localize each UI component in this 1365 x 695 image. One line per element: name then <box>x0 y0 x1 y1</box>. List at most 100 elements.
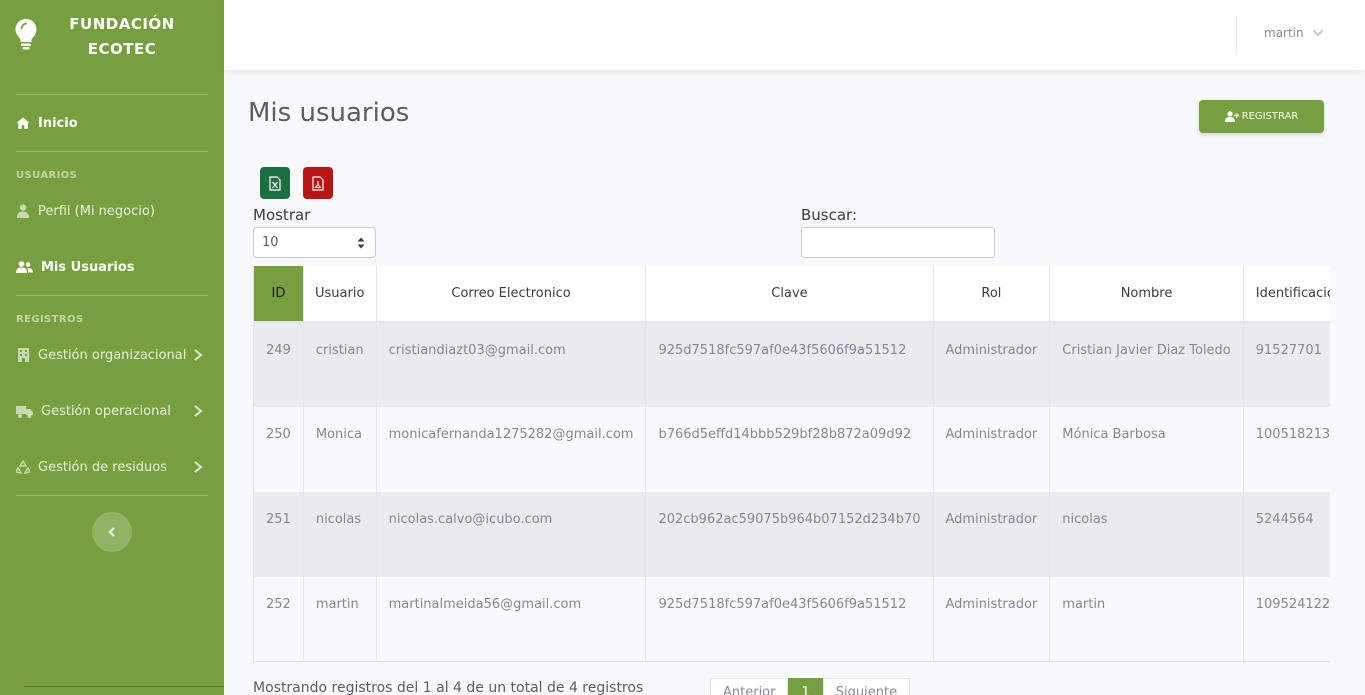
chevron-right-icon <box>194 405 203 417</box>
sidebar-item-mis-usuarios[interactable]: Mis Usuarios <box>16 255 208 279</box>
sidebar-divider <box>16 495 208 496</box>
export-pdf-button[interactable] <box>303 167 333 199</box>
brand[interactable]: FUNDACIÓN ECOTEC <box>0 0 224 80</box>
recycle-icon <box>16 460 30 474</box>
cell-usuario: martin <box>303 577 377 661</box>
cell-nombre: Cristian Javier Diaz Toledo <box>1049 322 1244 407</box>
cell-usuario: cristian <box>303 322 377 407</box>
cell-rol: Administrador <box>933 492 1051 577</box>
building-icon <box>16 348 30 362</box>
column-header-id[interactable]: ID <box>254 266 304 323</box>
sidebar-divider <box>16 295 208 296</box>
users-table: ID Usuario Correo Electronico Clave Rol … <box>254 266 1330 661</box>
pagination-previous[interactable]: Anterior <box>710 678 789 695</box>
cell-identificacion: 109524122 <box>1243 577 1330 661</box>
cell-rol: Administrador <box>933 577 1051 661</box>
user-icon <box>16 204 30 218</box>
table-header-row: ID Usuario Correo Electronico Clave Rol … <box>254 266 1330 323</box>
cell-clave: 925d7518fc597af0e43f5606f9a51512 <box>645 577 934 661</box>
table-info: Mostrando registros del 1 al 4 de un tot… <box>253 680 644 695</box>
column-header-clave[interactable]: Clave <box>645 266 934 323</box>
cell-correo: martinalmeida56@gmail.com <box>376 577 647 661</box>
file-pdf-icon <box>312 175 324 191</box>
export-excel-button[interactable] <box>260 167 290 199</box>
page-size-value: 10 <box>262 235 279 250</box>
users-icon <box>16 260 33 274</box>
register-button[interactable]: REGISTRAR <box>1199 100 1324 133</box>
cell-identificacion: 100518213 <box>1243 407 1330 492</box>
cell-correo: monicafernanda1275282@gmail.com <box>376 407 647 492</box>
cell-rol: Administrador <box>933 322 1051 407</box>
cell-clave: 202cb962ac59075b964b07152d234b70 <box>645 492 934 577</box>
column-header-nombre[interactable]: Nombre <box>1049 266 1244 323</box>
cell-id: 250 <box>254 407 304 492</box>
topbar-divider <box>1236 16 1237 54</box>
sidebar-heading-usuarios: USUARIOS <box>16 170 78 181</box>
search-input[interactable] <box>801 227 995 258</box>
sidebar-item-perfil[interactable]: Perfil (Mi negocio) <box>16 199 208 223</box>
search-label: Buscar: <box>801 206 858 224</box>
table-row: 252 martin martinalmeida56@gmail.com 925… <box>254 577 1330 661</box>
chevron-right-icon <box>194 461 203 473</box>
sidebar-item-label: Gestión organizacional <box>38 347 187 363</box>
cell-correo: nicolas.calvo@icubo.com <box>376 492 647 577</box>
table-row: 251 nicolas nicolas.calvo@icubo.com 202c… <box>254 492 1330 577</box>
show-label: Mostrar <box>253 206 311 224</box>
cell-usuario: nicolas <box>303 492 377 577</box>
lightbulb-icon <box>15 19 37 50</box>
sidebar-item-label: Inicio <box>38 115 78 131</box>
cell-identificacion: 5244564 <box>1243 492 1330 577</box>
cell-identificacion: 91527701 <box>1243 322 1330 407</box>
users-table-container[interactable]: ID Usuario Correo Electronico Clave Rol … <box>253 266 1330 662</box>
cell-clave: b766d5effd14bbb529bf28b872a09d92 <box>645 407 934 492</box>
cell-correo: cristiandiazt03@gmail.com <box>376 322 647 407</box>
sidebar-item-gestion-residuos[interactable]: Gestión de residuos <box>16 455 208 479</box>
column-header-rol[interactable]: Rol <box>933 266 1051 323</box>
page-size-select[interactable]: 10 <box>253 227 376 258</box>
cell-nombre: Mónica Barbosa <box>1049 407 1244 492</box>
home-icon <box>16 116 30 130</box>
chevron-left-icon <box>108 527 115 537</box>
register-label: REGISTRAR <box>1241 111 1299 122</box>
sidebar-divider <box>16 94 208 95</box>
cell-nombre: nicolas <box>1049 492 1244 577</box>
sidebar-toggle-button[interactable] <box>92 512 132 552</box>
sidebar-divider <box>16 151 208 152</box>
cell-id: 252 <box>254 577 304 661</box>
page-title: Mis usuarios <box>248 98 410 128</box>
cell-rol: Administrador <box>933 407 1051 492</box>
user-menu[interactable]: martin <box>1264 26 1324 40</box>
user-name: martin <box>1264 26 1304 40</box>
brand-name: FUNDACIÓN ECOTEC <box>52 12 192 62</box>
chevron-right-icon <box>194 349 203 361</box>
sidebar-item-inicio[interactable]: Inicio <box>16 111 208 135</box>
cell-clave: 925d7518fc597af0e43f5606f9a51512 <box>645 322 934 407</box>
column-header-identificacion[interactable]: Identificacio <box>1243 266 1330 323</box>
brand-line1: FUNDACIÓN <box>69 15 175 33</box>
sort-arrows-icon <box>357 237 365 249</box>
topbar: martin <box>224 0 1365 70</box>
sidebar-item-label: Perfil (Mi negocio) <box>38 203 155 219</box>
file-excel-icon <box>269 175 281 191</box>
column-header-correo[interactable]: Correo Electronico <box>376 266 647 323</box>
sidebar-item-gestion-organizacional[interactable]: Gestión organizacional <box>16 343 208 367</box>
sidebar-heading-registros: REGISTROS <box>16 314 84 325</box>
user-plus-icon <box>1224 111 1239 122</box>
pagination-next[interactable]: Siguiente <box>822 678 911 695</box>
sidebar-bottom-divider <box>24 686 224 687</box>
cell-id: 249 <box>254 322 304 407</box>
table-row: 250 Monica monicafernanda1275282@gmail.c… <box>254 407 1330 492</box>
column-header-usuario[interactable]: Usuario <box>303 266 377 323</box>
truck-icon <box>16 404 33 418</box>
pagination-page-1[interactable]: 1 <box>788 678 823 695</box>
sidebar-item-label: Gestión operacional <box>41 403 171 419</box>
sidebar-item-gestion-operacional[interactable]: Gestión operacional <box>16 399 208 423</box>
cell-usuario: Monica <box>303 407 377 492</box>
sidebar-item-label: Gestión de residuos <box>38 459 167 475</box>
chevron-down-icon <box>1312 29 1323 37</box>
cell-id: 251 <box>254 492 304 577</box>
pagination: Anterior 1 Siguiente <box>710 678 911 695</box>
cell-nombre: martin <box>1049 577 1244 661</box>
table-row: 249 cristian cristiandiazt03@gmail.com 9… <box>254 322 1330 407</box>
sidebar-item-label: Mis Usuarios <box>41 259 135 275</box>
